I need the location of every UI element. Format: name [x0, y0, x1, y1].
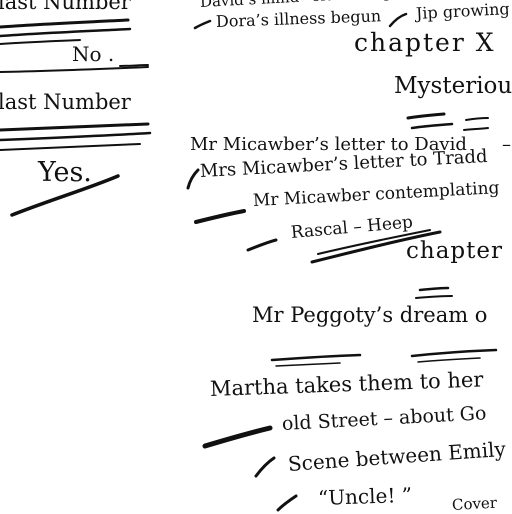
pen-stroke [406, 112, 446, 120]
pen-stroke [186, 168, 200, 190]
pen-stroke [0, 27, 132, 38]
pen-stroke [275, 362, 341, 367]
pen-stroke [119, 64, 149, 67]
pen-stroke [0, 131, 152, 142]
pen-stroke [418, 286, 450, 292]
pen-stroke [193, 19, 212, 30]
pen-stroke [465, 117, 489, 121]
note-uncle: “Uncle! ” [317, 482, 413, 510]
pen-stroke [0, 66, 149, 73]
pen-stroke [270, 353, 362, 362]
pen-stroke [0, 122, 150, 132]
pen-stroke [0, 18, 130, 29]
note-dash: – [502, 134, 511, 155]
yes-label: Yes. [38, 157, 92, 188]
pen-stroke [276, 494, 298, 512]
pen-stroke [194, 209, 246, 224]
pen-stroke [202, 425, 273, 449]
pen-stroke [415, 295, 453, 299]
no-label: No . [72, 42, 115, 66]
chapter-heading-2: chapter [406, 238, 503, 264]
pen-stroke [254, 456, 276, 478]
note-mysterious: Mysteriou [394, 73, 512, 99]
pen-stroke [410, 122, 454, 130]
pen-stroke [0, 39, 81, 45]
chapter-heading-x: chapter X [354, 28, 496, 57]
note-peggoty-dream: Mr Peggoty’s dream o [252, 303, 488, 327]
pen-stroke [388, 12, 408, 28]
note-cover: Cover [451, 493, 498, 514]
last-number-label: last Number [0, 90, 131, 114]
pen-stroke [410, 348, 498, 358]
last-number-top-label: last Number [0, 0, 131, 14]
pen-stroke [246, 238, 278, 252]
pen-stroke [463, 127, 489, 131]
pen-stroke [0, 143, 141, 151]
pen-stroke [417, 357, 481, 363]
